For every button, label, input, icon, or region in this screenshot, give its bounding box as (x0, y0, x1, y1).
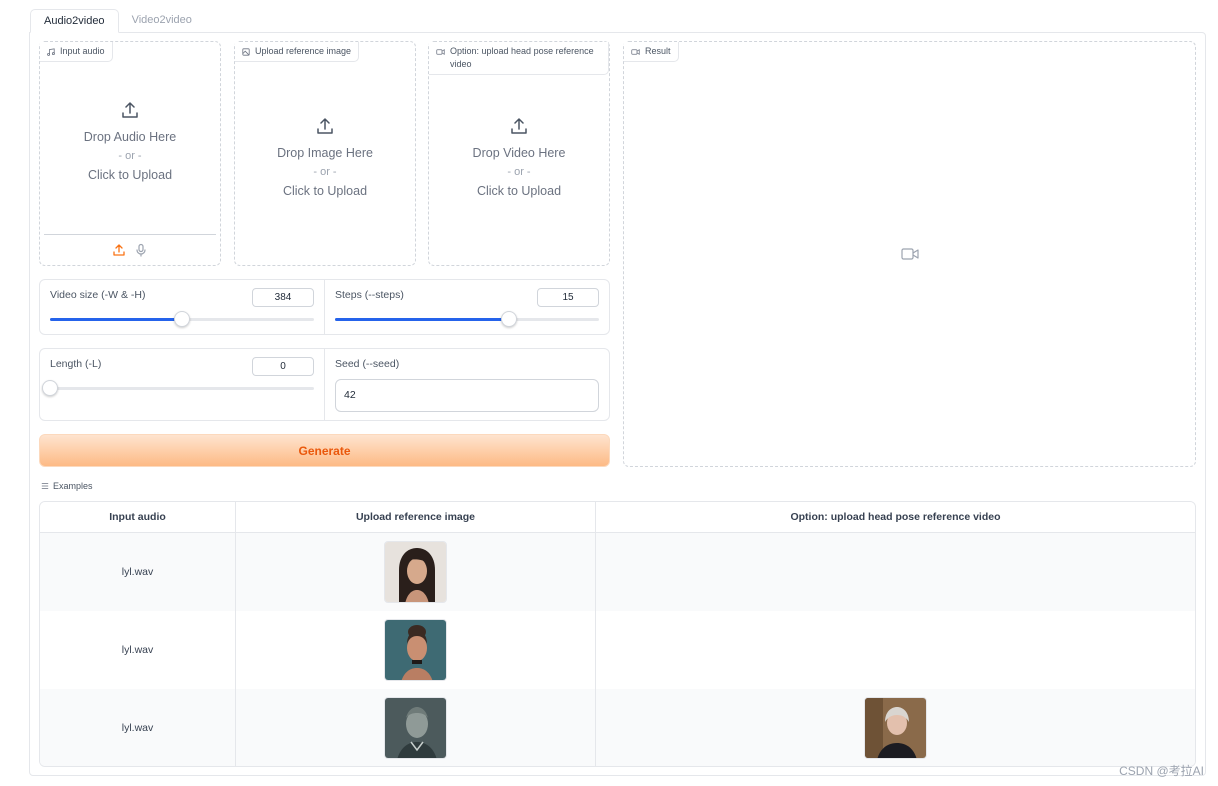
tab-video2video[interactable]: Video2video (119, 9, 205, 33)
slider-thumb[interactable] (174, 311, 190, 327)
video-size-label: Video size (-W & -H) (50, 289, 146, 301)
example-image-thumbnail[interactable] (384, 697, 447, 759)
audio-cell[interactable]: lyl.wav (40, 611, 235, 689)
upload-source-icon[interactable] (112, 243, 126, 257)
result-box-label: Result (624, 42, 679, 62)
upload-icon (511, 118, 527, 134)
video-camera-icon (631, 49, 640, 55)
image-drop-text: Drop Image Here (277, 146, 373, 160)
video-cell[interactable] (595, 689, 1195, 766)
video-upload-dropzone[interactable]: Option: upload head pose reference video… (428, 41, 610, 266)
image-click-text: Click to Upload (282, 184, 368, 198)
size-steps-group: Video size (-W & -H) 384 Steps (--steps)… (39, 279, 610, 335)
slider-fill (50, 318, 182, 321)
tab-audio2video[interactable]: Audio2video (30, 9, 119, 33)
video-or-text: - or - (507, 166, 531, 178)
column-header: Upload reference image (235, 502, 595, 532)
audio-label-text: Input audio (60, 46, 105, 56)
image-cell[interactable] (235, 533, 595, 611)
video-cell[interactable] (595, 611, 1195, 689)
examples-table: Input audio Upload reference image Optio… (39, 501, 1196, 767)
steps-label: Steps (--steps) (335, 289, 404, 301)
list-icon (41, 483, 49, 489)
music-note-icon (47, 48, 55, 56)
audio-upload-dropzone[interactable]: Input audio Drop Audio Here - or - Click… (39, 41, 221, 266)
table-header: Input audio Upload reference image Optio… (40, 502, 1195, 533)
video-drop-text: Drop Video Here (472, 146, 566, 160)
portrait-woman-updo-image (385, 620, 446, 680)
audio-click-text: Click to Upload (87, 168, 173, 182)
length-control: Length (-L) 0 (40, 349, 324, 420)
audio-drop-text: Drop Audio Here (83, 130, 177, 144)
image-label-text: Upload reference image (255, 46, 352, 56)
microphone-icon[interactable] (134, 243, 148, 257)
audio-cell[interactable]: lyl.wav (40, 533, 235, 611)
image-upload-dropzone[interactable]: Upload reference image Drop Image Here -… (234, 41, 416, 266)
video-drop-area[interactable]: Drop Video Here - or - Click to Upload (429, 116, 609, 201)
portrait-elderly-man-image (385, 698, 446, 758)
audio-drop-area[interactable]: Drop Audio Here - or - Click to Upload (40, 100, 220, 185)
video-camera-icon (436, 49, 445, 55)
image-cell[interactable] (235, 611, 595, 689)
seed-input[interactable]: 42 (335, 379, 599, 412)
column-header: Option: upload head pose reference video (595, 502, 1195, 532)
image-cell[interactable] (235, 689, 595, 766)
seed-control: Seed (--seed) 42 (324, 349, 609, 420)
length-number-input[interactable]: 0 (252, 357, 314, 376)
examples-label-text: Examples (53, 481, 93, 491)
slider-fill (335, 318, 510, 321)
table-row[interactable]: lyl.wav (40, 689, 1195, 766)
portrait-young-woman-image (385, 542, 446, 602)
image-box-label: Upload reference image (235, 42, 360, 62)
generate-button[interactable]: Generate (39, 434, 610, 467)
image-or-text: - or - (313, 166, 337, 178)
video-placeholder-icon (900, 248, 919, 260)
examples-label: Examples (41, 481, 93, 491)
video-size-control: Video size (-W & -H) 384 (40, 280, 324, 334)
video-label-text: Option: upload head pose reference video (450, 46, 594, 69)
example-image-thumbnail[interactable] (384, 541, 447, 603)
upload-icon (317, 118, 333, 134)
upload-icon (122, 102, 138, 118)
result-label-text: Result (645, 46, 671, 56)
length-label: Length (-L) (50, 358, 102, 370)
video-box-label: Option: upload head pose reference video (429, 42, 609, 75)
image-drop-area[interactable]: Drop Image Here - or - Click to Upload (235, 116, 415, 201)
video-size-slider[interactable] (50, 311, 314, 327)
audio-box-label: Input audio (40, 42, 113, 62)
portrait-woman-speaker-image (865, 698, 926, 758)
steps-slider[interactable] (335, 311, 599, 327)
video-cell[interactable] (595, 533, 1195, 611)
example-image-thumbnail[interactable] (384, 619, 447, 681)
image-icon (242, 48, 250, 56)
audio-cell[interactable]: lyl.wav (40, 689, 235, 766)
video-size-number-input[interactable]: 384 (252, 288, 314, 307)
video-click-text: Click to Upload (476, 184, 562, 198)
result-video-panel: Result (623, 41, 1196, 467)
audio-source-bar (44, 234, 216, 264)
length-slider[interactable] (42, 380, 314, 396)
length-seed-group: Length (-L) 0 Seed (--seed) 42 (39, 348, 610, 421)
steps-number-input[interactable]: 15 (537, 288, 599, 307)
table-row[interactable]: lyl.wav (40, 533, 1195, 611)
slider-thumb[interactable] (501, 311, 518, 327)
table-row[interactable]: lyl.wav (40, 611, 1195, 689)
tab-bar: Audio2video Video2video (30, 9, 205, 33)
example-video-thumbnail[interactable] (864, 697, 927, 759)
seed-label: Seed (--seed) (335, 358, 400, 370)
steps-control: Steps (--steps) 15 (324, 280, 609, 334)
slider-thumb[interactable] (42, 380, 58, 396)
audio-or-text: - or - (118, 150, 142, 162)
watermark: CSDN @考拉AI (1119, 764, 1204, 778)
column-header: Input audio (109, 511, 166, 523)
